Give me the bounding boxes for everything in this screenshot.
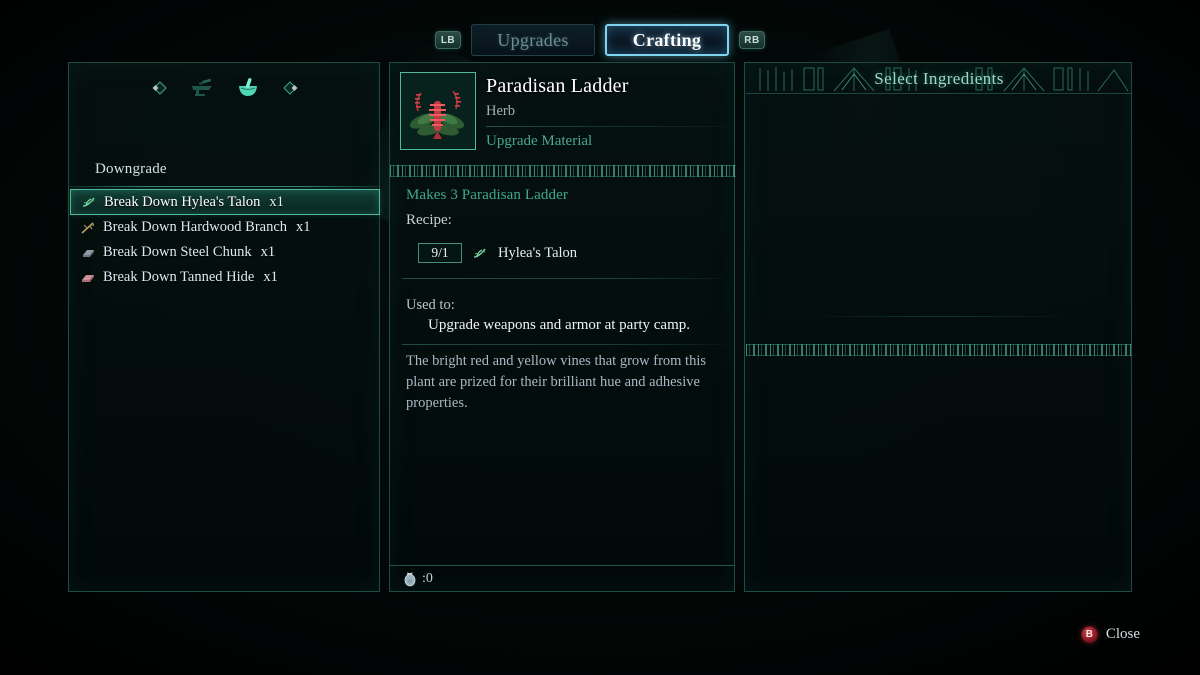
used-to-text: Upgrade weapons and armor at party camp.	[428, 317, 690, 333]
rune-divider	[746, 344, 1132, 356]
item-detail-panel: Paradisan Ladder Herb Upgrade Material M…	[389, 62, 736, 592]
item-type: Herb	[486, 103, 515, 119]
category-selector	[69, 75, 381, 101]
tab-crafting[interactable]: Crafting	[605, 24, 729, 56]
list-item-label: Break Down Hylea's Talon	[104, 193, 261, 210]
list-item-label: Break Down Tanned Hide	[103, 269, 255, 285]
left-bumper-badge: LB	[435, 31, 461, 49]
panel-title: Select Ingredients	[874, 69, 1004, 88]
talon-icon	[81, 195, 97, 209]
ingredient-name: Hylea's Talon	[498, 244, 578, 261]
makes-line: Makes 3 Paradisan Ladder	[406, 187, 568, 203]
list-item-qty: x1	[260, 244, 276, 260]
ingredient-quantity: 9/1	[418, 243, 462, 263]
tab-upgrades[interactable]: Upgrades	[471, 24, 595, 56]
hide-icon	[80, 271, 96, 285]
steel-icon	[80, 246, 96, 260]
list-item[interactable]: Break Down Hylea's Talon x1	[70, 189, 380, 215]
mortar-pestle-icon[interactable]	[235, 77, 261, 99]
rune-divider	[390, 165, 736, 177]
crafting-screen: LB Upgrades Crafting RB Downgrade Break …	[0, 0, 1200, 675]
paradisan-ladder-plant-icon	[400, 72, 476, 150]
coin-pouch-icon	[401, 570, 419, 588]
close-button-label[interactable]: Close	[1106, 626, 1140, 643]
list-item-qty: x1	[296, 219, 311, 235]
section-label: Downgrade	[95, 161, 167, 177]
used-to-label: Used to:	[406, 297, 455, 313]
list-item[interactable]: Break Down Steel Chunk x1	[70, 240, 380, 265]
currency-bar: :0	[390, 565, 734, 591]
right-bumper-badge: RB	[739, 31, 765, 49]
nav-right-diamond-icon[interactable]	[281, 81, 299, 95]
detail-rule-2	[402, 344, 724, 345]
list-item-qty: x1	[263, 269, 278, 285]
detail-hairline	[486, 126, 726, 127]
list-item-label: Break Down Steel Chunk	[103, 244, 252, 260]
recipe-list-panel: Downgrade Break Down Hylea's Talon x1 Br…	[68, 62, 380, 592]
recipe-label: Recipe:	[406, 212, 452, 228]
select-ingredients-header: Select Ingredients	[746, 64, 1132, 94]
list-item-label: Break Down Hardwood Branch	[103, 219, 288, 235]
item-category: Upgrade Material	[486, 133, 593, 149]
nav-left-diamond-icon[interactable]	[151, 81, 169, 95]
item-description: The bright red and yellow vines that gro…	[406, 353, 707, 411]
talon-icon	[472, 246, 488, 260]
ingredient-list[interactable]	[746, 95, 1132, 343]
select-ingredients-panel: Select Ingredients	[744, 62, 1132, 592]
branch-icon	[80, 221, 96, 235]
tab-bar: LB Upgrades Crafting RB	[0, 20, 1200, 60]
list-item[interactable]: Break Down Hardwood Branch x1	[70, 215, 380, 240]
item-title: Paradisan Ladder	[486, 75, 629, 97]
recipe-ingredient-row: 9/1 Hylea's Talon	[418, 243, 577, 263]
footer-actions: B Close	[1080, 622, 1140, 646]
recipe-list: Break Down Hylea's Talon x1 Break Down H…	[70, 189, 380, 290]
currency-value: :0	[422, 570, 433, 586]
list-divider	[70, 186, 380, 187]
detail-rule-1	[402, 278, 724, 279]
list-item[interactable]: Break Down Tanned Hide x1	[70, 265, 380, 290]
b-button-glyph[interactable]: B	[1080, 625, 1098, 643]
list-item-qty: x1	[269, 193, 284, 210]
anvil-icon[interactable]	[189, 77, 215, 99]
